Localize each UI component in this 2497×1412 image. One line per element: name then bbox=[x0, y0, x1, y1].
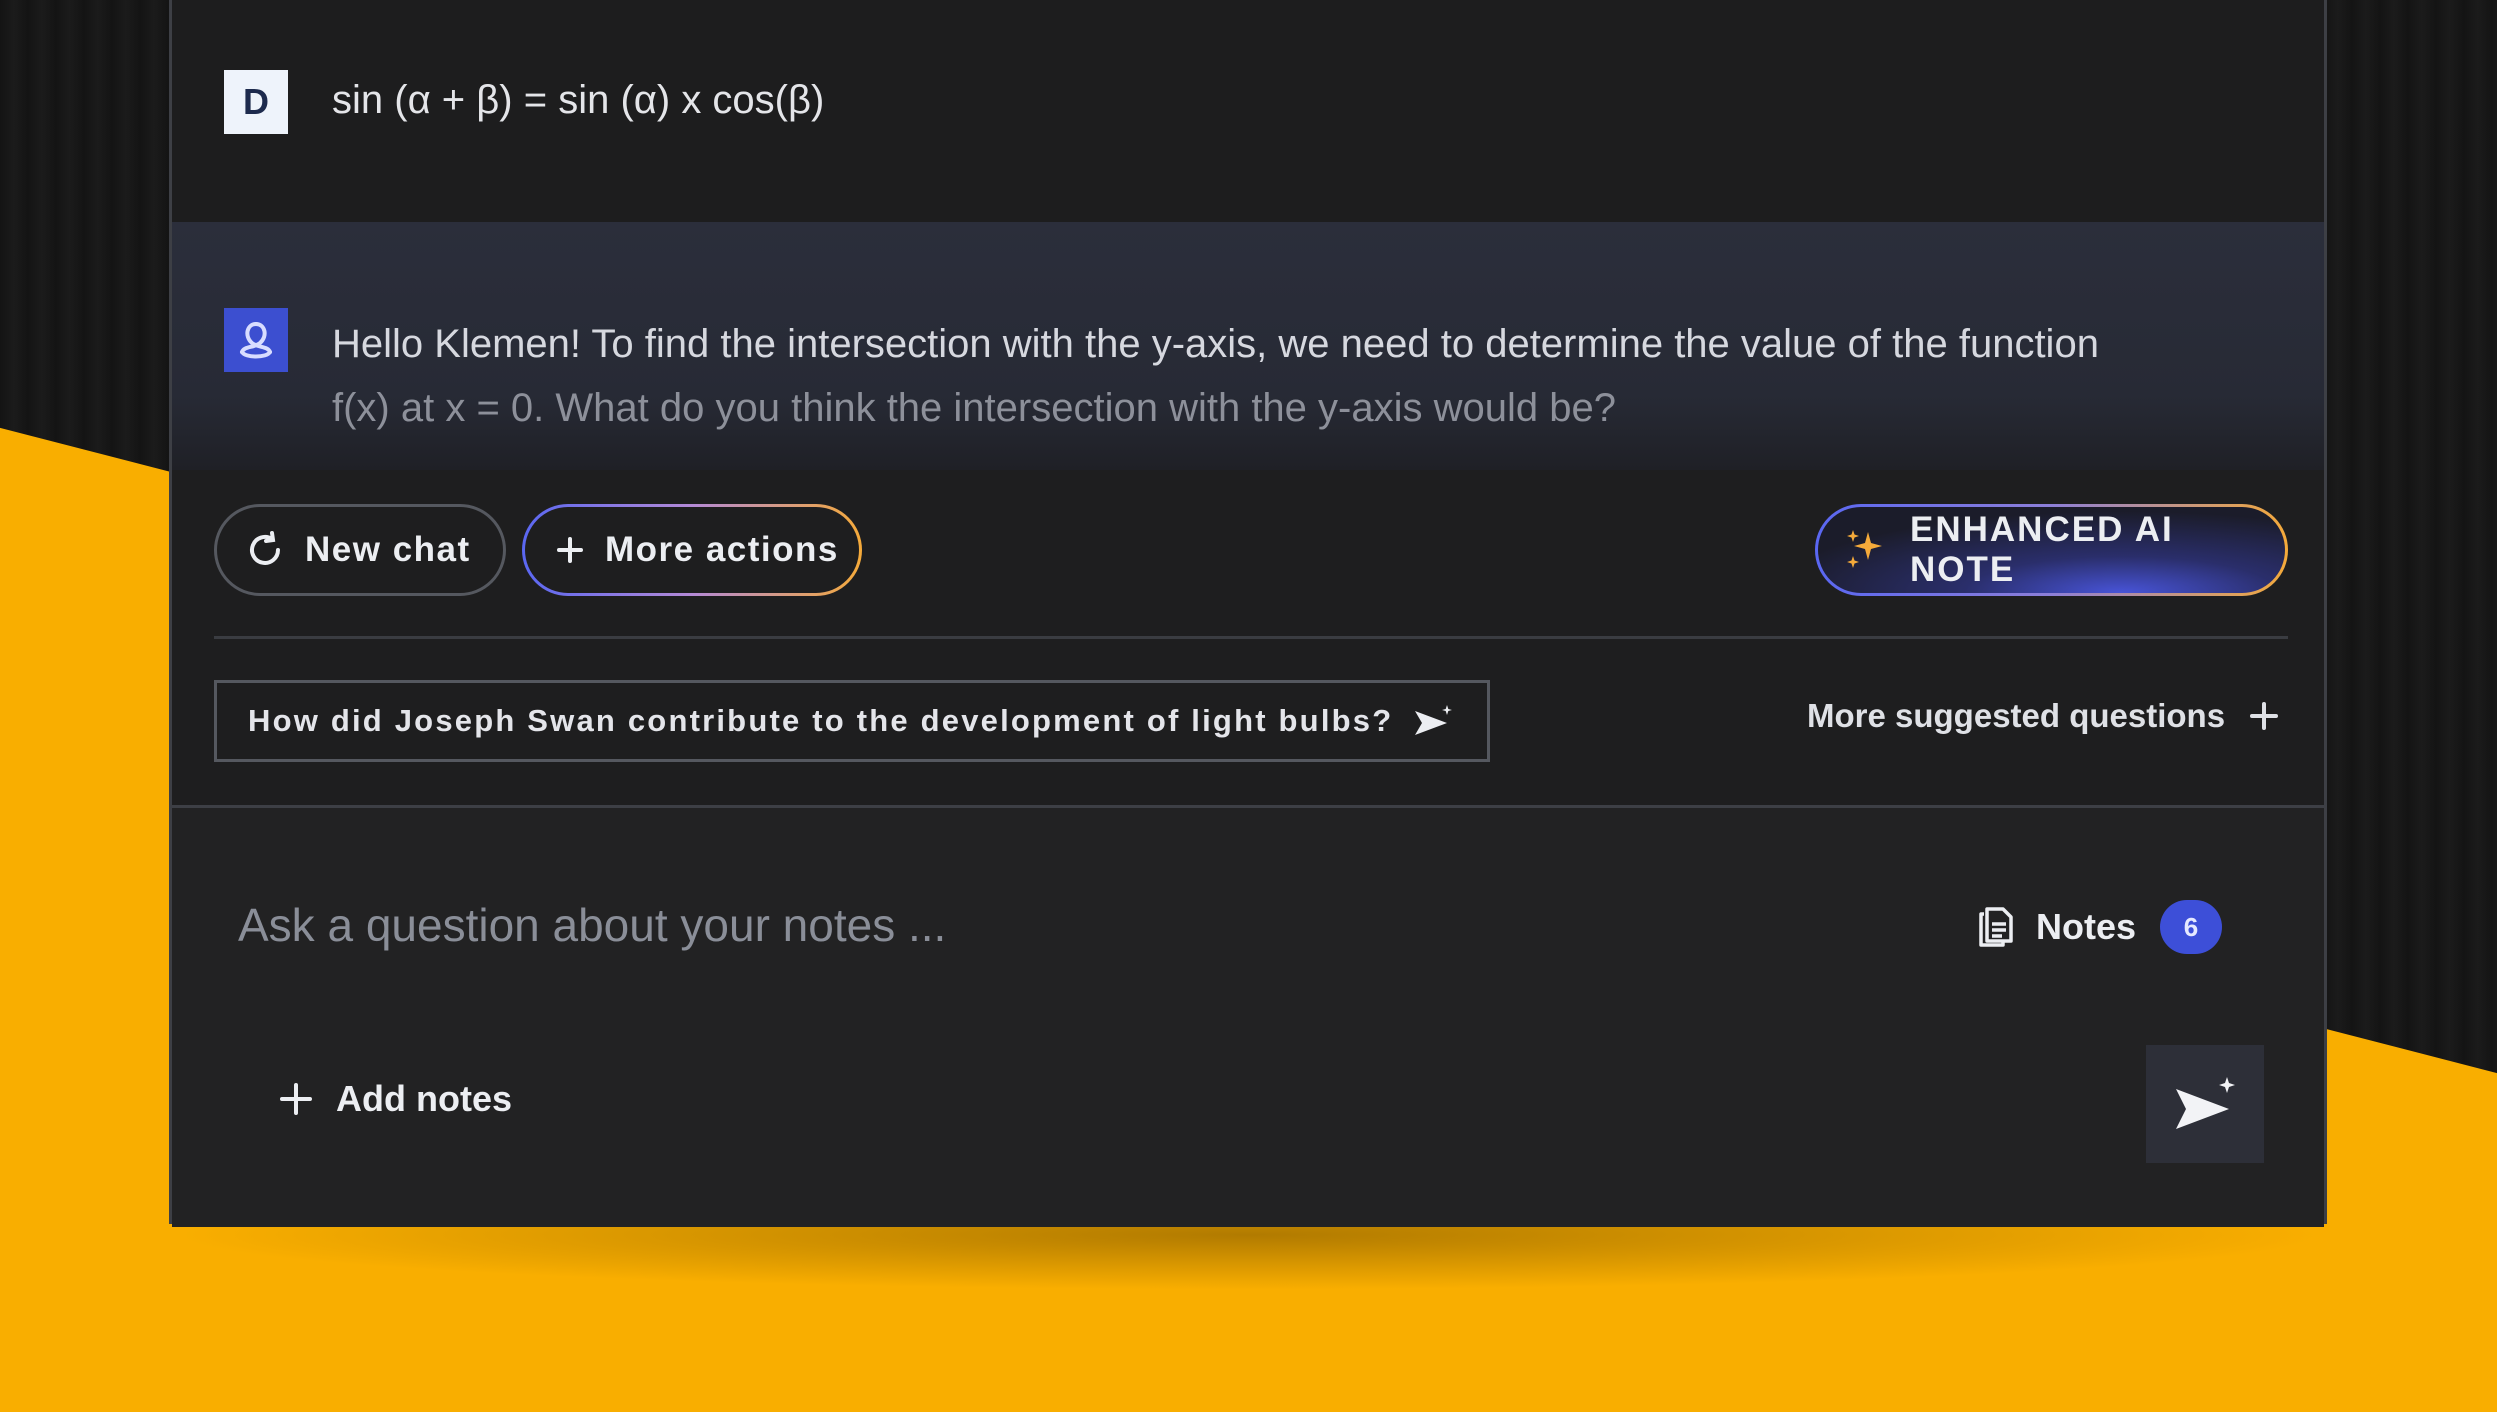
ai-message-line-1: Hello Klemen! To find the intersection w… bbox=[332, 322, 2099, 366]
ai-message-text: Hello Klemen! To find the intersection w… bbox=[332, 312, 2212, 440]
send-sparkle-icon bbox=[2176, 1077, 2235, 1129]
new-chat-button[interactable]: New chat bbox=[214, 504, 506, 596]
refresh-icon bbox=[245, 530, 285, 570]
user-avatar: D bbox=[224, 70, 288, 134]
more-suggested-questions-button[interactable]: More suggested questions bbox=[1807, 697, 2279, 735]
ai-knot-icon bbox=[224, 308, 288, 372]
sparkles-icon bbox=[1842, 526, 1890, 574]
enhanced-ai-note-label: ENHANCED AI NOTE bbox=[1910, 510, 2174, 589]
divider bbox=[214, 636, 2288, 639]
more-actions-label: More actions bbox=[605, 530, 839, 569]
chat-panel: D sin (α + β) = sin (α) x cos(β) Hello K… bbox=[169, 0, 2327, 1227]
plus-icon bbox=[278, 1081, 314, 1117]
plus-icon bbox=[2249, 701, 2279, 731]
suggested-question-text: How did Joseph Swan contribute to the de… bbox=[248, 703, 1394, 738]
enhanced-ai-note-button[interactable]: ENHANCED AI NOTE bbox=[1815, 504, 2288, 596]
notes-selector[interactable]: Notes 6 bbox=[1978, 900, 2223, 954]
question-input[interactable]: Ask a question about your notes ... bbox=[238, 898, 946, 952]
ai-message-row: Hello Klemen! To find the intersection w… bbox=[172, 222, 2324, 470]
notes-count-badge: 6 bbox=[2160, 900, 2223, 954]
suggested-question-chip[interactable]: How did Joseph Swan contribute to the de… bbox=[214, 680, 1490, 762]
user-message-row: D sin (α + β) = sin (α) x cos(β) bbox=[172, 0, 2324, 222]
add-notes-button[interactable]: Add notes bbox=[278, 1078, 512, 1120]
ai-message-line-2: f(x) at x = 0. What do you think the int… bbox=[332, 386, 1616, 430]
more-suggested-questions-label: More suggested questions bbox=[1807, 697, 2226, 734]
notes-label: Notes bbox=[2036, 906, 2137, 947]
new-chat-label: New chat bbox=[305, 530, 471, 569]
user-message-text: sin (α + β) = sin (α) x cos(β) bbox=[332, 78, 825, 122]
composer: Ask a question about your notes ... Note… bbox=[172, 805, 2324, 1227]
more-actions-button[interactable]: More actions bbox=[522, 504, 862, 596]
add-notes-label: Add notes bbox=[336, 1078, 512, 1119]
plus-icon bbox=[555, 535, 585, 565]
document-copy-icon bbox=[1978, 906, 2014, 948]
send-sparkle-icon bbox=[1413, 703, 1453, 739]
send-button[interactable] bbox=[2146, 1045, 2264, 1163]
